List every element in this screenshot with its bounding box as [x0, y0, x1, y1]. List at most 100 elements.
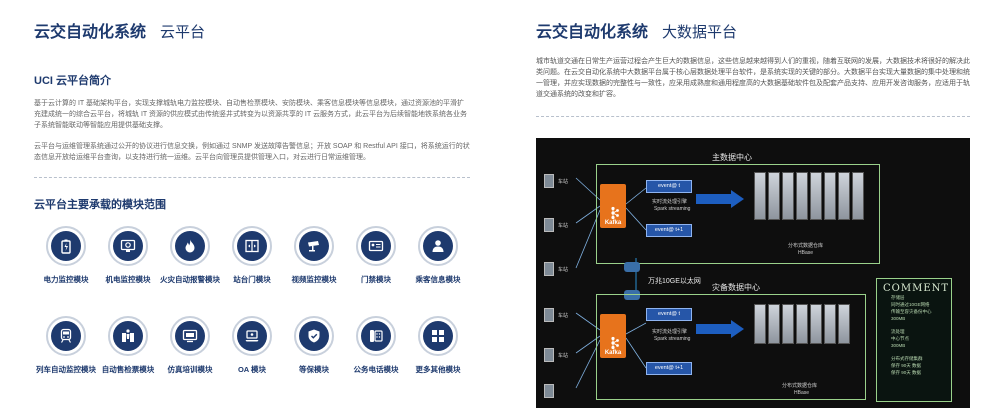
station-device — [544, 348, 554, 362]
module-label: 电力监控模块 — [43, 275, 89, 284]
comment-line: 300MB — [891, 343, 906, 348]
comment-line: 300MB — [891, 316, 906, 321]
module-item[interactable]: 等保模块 — [282, 316, 346, 375]
stream-engine-label-en: Spark streaming — [654, 336, 691, 342]
grid-icon — [432, 330, 444, 342]
module-item[interactable]: 更多其他模块 — [406, 316, 470, 375]
module-icon-ring — [170, 316, 210, 356]
module-label: 门禁模块 — [361, 275, 391, 284]
server-rack — [754, 172, 766, 220]
store-label: 分布式数据仓库 — [782, 383, 818, 389]
module-label: 自动售检票模块 — [101, 365, 155, 374]
module-label: 火灾自动报警模块 — [160, 275, 220, 284]
station-device — [544, 262, 554, 276]
station-device — [544, 384, 554, 398]
left-divider — [34, 177, 470, 178]
module-item[interactable]: 电力监控模块 — [34, 226, 98, 285]
module-label: 更多其他模块 — [415, 365, 461, 374]
server-rack — [768, 172, 780, 220]
stream-engine-label: 实时流处理引擎 — [652, 329, 688, 335]
module-item[interactable]: 机电监控模块 — [96, 226, 160, 285]
station-label: 车站 — [558, 313, 569, 319]
comment-line: 保存 90天 数据 — [891, 370, 922, 375]
station-device — [544, 174, 554, 188]
kafka-label: Kafka — [604, 220, 622, 226]
server-rack — [796, 172, 808, 220]
event-box-t1: event@ t+1 — [646, 224, 692, 237]
right-header-sub: 大数据平台 — [662, 24, 738, 41]
server-rack — [810, 304, 822, 344]
network-label: 万兆10GE以太网 — [648, 278, 701, 285]
fire-icon — [185, 239, 195, 253]
server-rack — [754, 304, 766, 344]
module-item[interactable]: 乘客信息模块 — [406, 226, 470, 285]
module-item[interactable]: 仿真培训模块 — [158, 316, 222, 375]
comment-box: COMMENT 存储层 同时通过10GE网络 传输至容灾备份中心 300MB 流… — [876, 278, 952, 402]
module-item[interactable]: OA 模块 — [220, 316, 284, 375]
comment-line: 传输至容灾备份中心 — [891, 309, 932, 314]
backup-data-center-title: 灾备数据中心 — [712, 283, 760, 292]
big-data-paragraph: 城市轨道交通在日常生产运营过程会产生巨大的数据信息，这些信息越来越得到人们的重视… — [536, 58, 970, 98]
comment-line: 存储层 — [891, 295, 905, 300]
module-item[interactable]: 视频监控模块 — [282, 226, 346, 285]
module-item[interactable]: 公务电话模块 — [344, 316, 408, 375]
store-label-en: HBase — [794, 390, 810, 396]
module-item[interactable]: 火灾自动报警模块 — [158, 226, 222, 285]
right-header: 云交自动化系统 大数据平台 — [536, 18, 970, 42]
module-icon-ring — [232, 226, 272, 266]
event-box-t-backup: event@ t — [646, 308, 692, 321]
passenger-icon — [432, 240, 444, 252]
store-label-en: HBase — [798, 250, 814, 256]
event-box-t: event@ t — [646, 180, 692, 193]
shield-icon — [308, 329, 320, 343]
module-label: 站台门模块 — [233, 275, 271, 284]
cloud-platform-section: 云交自动化系统 云平台 UCI 云平台简介 基于云计算的 IT 基础架构平台，实… — [0, 0, 500, 416]
module-label: 视频监控模块 — [291, 275, 337, 284]
module-item[interactable]: 门禁模块 — [344, 226, 408, 285]
event-box-t1-backup: event@ t+1 — [646, 362, 692, 375]
module-item[interactable]: 自动售检票模块 — [96, 316, 160, 375]
comment-line: 同时通过10GE网络 — [891, 302, 930, 307]
stream-engine-label-en: Spark streaming — [654, 206, 691, 212]
module-icon-ring — [294, 226, 334, 266]
intro-title: UCI 云平台简介 — [34, 75, 111, 87]
right-divider — [536, 116, 970, 117]
train-icon — [60, 328, 72, 343]
intro-paragraph-1: 基于云计算的 IT 基础架构平台，实现支撑城轨电力监控模块、自动售检票模块、安防… — [34, 100, 467, 129]
ticket-gate-icon — [122, 329, 134, 342]
kafka-logo-icon — [611, 336, 619, 350]
module-label: OA 模块 — [237, 365, 267, 374]
kafka-node-backup: Kafka — [600, 314, 626, 358]
station-label: 车站 — [558, 223, 569, 229]
intro-paragraph-2: 云平台与运维管理系统通过公开的协议进行信息交换，例如通过 SNMP 发送故障告警… — [34, 143, 470, 161]
station-label: 车站 — [558, 179, 569, 185]
monitor-gear-icon — [120, 239, 136, 252]
module-icon-ring — [356, 316, 396, 356]
module-icon-ring — [356, 226, 396, 266]
left-header: 云交自动化系统 云平台 — [34, 18, 470, 42]
comment-line: 分布式存储集群 — [891, 356, 923, 361]
simulation-screen-icon — [182, 329, 198, 343]
module-item[interactable]: 列车自动监控模块 — [34, 316, 98, 375]
station-device — [544, 308, 554, 322]
module-icon-ring — [108, 316, 148, 356]
server-rack — [810, 172, 822, 220]
station-label: 车站 — [558, 353, 569, 359]
module-label: 乘客信息模块 — [415, 275, 461, 284]
module-icon-ring — [170, 226, 210, 266]
module-icon-ring — [108, 226, 148, 266]
modules-title: 云平台主要承载的模块范围 — [34, 199, 166, 211]
module-label: 列车自动监控模块 — [36, 365, 96, 374]
comment-line: 流处理 — [891, 329, 905, 334]
server-rack — [782, 304, 794, 344]
module-icon-ring — [418, 226, 458, 266]
module-label: 仿真培训模块 — [167, 365, 213, 374]
server-rack — [852, 172, 864, 220]
oa-laptop-icon — [245, 330, 259, 342]
module-grid: 电力监控模块 机电监控模块 火灾自动报警模块 站台门模块 视频监控模块 门禁模块… — [34, 226, 474, 406]
module-item[interactable]: 站台门模块 — [220, 226, 284, 285]
comment-line: 中心节点 — [891, 336, 909, 341]
stream-engine-label: 实时流处理引擎 — [652, 199, 688, 205]
kafka-label: Kafka — [604, 350, 622, 356]
module-label: 公务电话模块 — [353, 365, 399, 374]
